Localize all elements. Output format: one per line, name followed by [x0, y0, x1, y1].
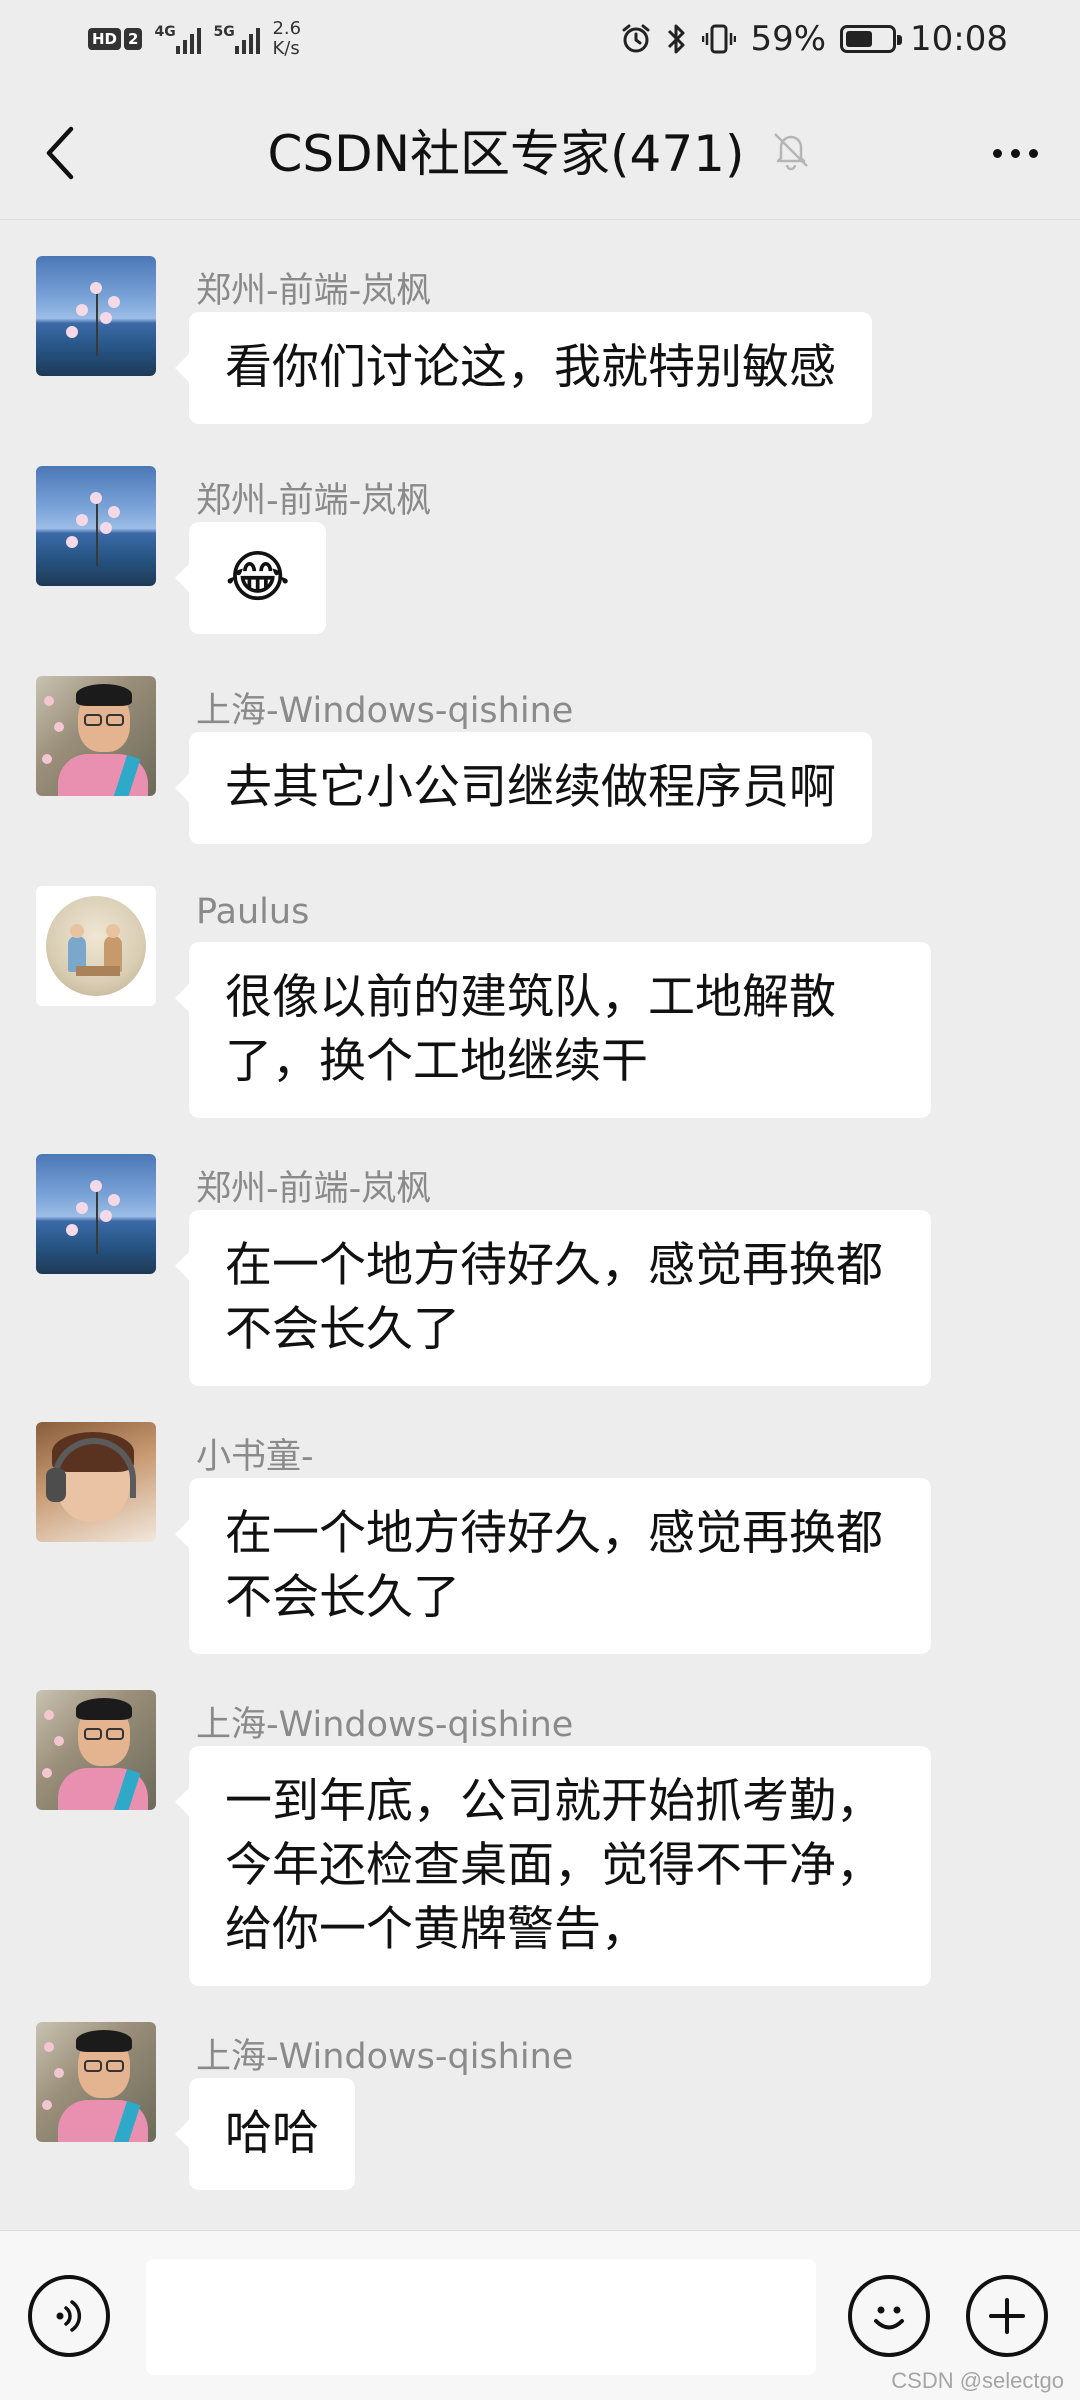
alarm-icon	[622, 24, 650, 53]
muted-bell-icon	[773, 133, 808, 171]
message-item: 小书童- 在一个地方待好久，感觉再换都不会长久了	[36, 1386, 1036, 1656]
sim-icon: 2	[124, 28, 143, 50]
message-bubble[interactable]: 在一个地方待好久，感觉再换都不会长久了	[175, 1210, 931, 1386]
hd-indicator: HD 2	[88, 28, 143, 50]
signal-4g-icon: 4G	[154, 24, 202, 54]
status-right: 59% 10:08	[620, 14, 1008, 64]
avatar[interactable]	[36, 2022, 156, 2142]
message-bubble[interactable]: 看你们讨论这，我就特别敏感	[175, 312, 872, 424]
message-item: 上海-Windows-qishine 哈哈	[36, 1986, 1036, 2196]
message-bubble[interactable]: 哈哈	[175, 2078, 355, 2190]
message-input[interactable]	[146, 2259, 816, 2375]
avatar[interactable]	[36, 676, 156, 796]
more-functions-button[interactable]	[966, 2275, 1048, 2357]
avatar[interactable]	[36, 466, 156, 586]
avatar[interactable]	[36, 256, 156, 376]
sender-name: 小书童-	[196, 1437, 314, 1477]
message-bubble[interactable]: 在一个地方待好久，感觉再换都不会长久了	[175, 1478, 931, 1654]
message-item: 上海-Windows-qishine 去其它小公司继续做程序员啊	[36, 640, 1036, 850]
input-bar: CSDN @selectgo	[0, 2230, 1080, 2400]
sender-name: 上海-Windows-qishine	[196, 2037, 574, 2077]
battery-icon	[840, 25, 903, 53]
network-speed: 2.6 K/s	[272, 18, 302, 59]
chat-header: CSDN社区专家(471)	[0, 78, 1080, 220]
bluetooth-icon	[668, 24, 685, 54]
plus-icon	[989, 2298, 1025, 2334]
sender-name: 郑州-前端-岚枫	[196, 1169, 432, 1209]
avatar[interactable]	[36, 1422, 156, 1542]
message-item: Paulus 很像以前的建筑队，工地解散了，换个工地继续干	[36, 850, 1036, 1120]
message-bubble[interactable]: 很像以前的建筑队，工地解散了，换个工地继续干	[175, 942, 931, 1118]
more-options-button[interactable]	[980, 118, 1050, 188]
sender-name: Paulus	[196, 892, 310, 932]
sender-name: 郑州-前端-岚枫	[196, 271, 432, 311]
hd-icon: HD	[88, 28, 122, 50]
chat-title: CSDN社区专家(471)	[267, 125, 745, 183]
message-bubble[interactable]: 去其它小公司继续做程序员啊	[175, 732, 872, 844]
watermark: CSDN @selectgo	[891, 2368, 1064, 2393]
avatar[interactable]	[36, 1690, 156, 1810]
voice-input-button[interactable]	[28, 2275, 110, 2357]
smiley-icon	[874, 2306, 904, 2330]
message-bubble[interactable]: 一到年底，公司就开始抓考勤，今年还检查桌面，觉得不干净，给你一个黄牌警告，	[175, 1746, 931, 1986]
status-left: HD 2 4G 5G 2.6 K/s	[88, 14, 301, 64]
message-list[interactable]: 郑州-前端-岚枫 看你们讨论这，我就特别敏感 郑州-前端-岚枫 😂 上海-Win…	[0, 220, 1080, 2230]
message-item: 郑州-前端-岚枫 在一个地方待好久，感觉再换都不会长久了	[36, 1118, 1036, 1388]
voice-icon	[56, 2300, 82, 2332]
message-item: 郑州-前端-岚枫 😂	[36, 430, 1036, 640]
message-item: 上海-Windows-qishine 一到年底，公司就开始抓考勤，今年还检查桌面…	[36, 1654, 1036, 1986]
battery-percent: 59%	[750, 19, 827, 59]
avatar[interactable]	[36, 886, 156, 1006]
sender-name: 郑州-前端-岚枫	[196, 481, 432, 521]
emoji-button[interactable]	[848, 2275, 930, 2357]
sender-name: 上海-Windows-qishine	[196, 1705, 574, 1745]
message-item: 郑州-前端-岚枫 看你们讨论这，我就特别敏感	[36, 220, 1036, 430]
sender-name: 上海-Windows-qishine	[196, 691, 574, 731]
signal-5g-icon: 5G	[213, 24, 261, 54]
chat-title-area: CSDN社区专家(471)	[0, 114, 1080, 186]
status-bar: HD 2 4G 5G 2.6 K/s 59% 10:08	[0, 0, 1080, 78]
vibrate-icon	[702, 24, 737, 54]
emoji-message-bubble[interactable]: 😂	[174, 522, 327, 634]
clock: 10:08	[910, 19, 1008, 59]
avatar[interactable]	[36, 1154, 156, 1274]
